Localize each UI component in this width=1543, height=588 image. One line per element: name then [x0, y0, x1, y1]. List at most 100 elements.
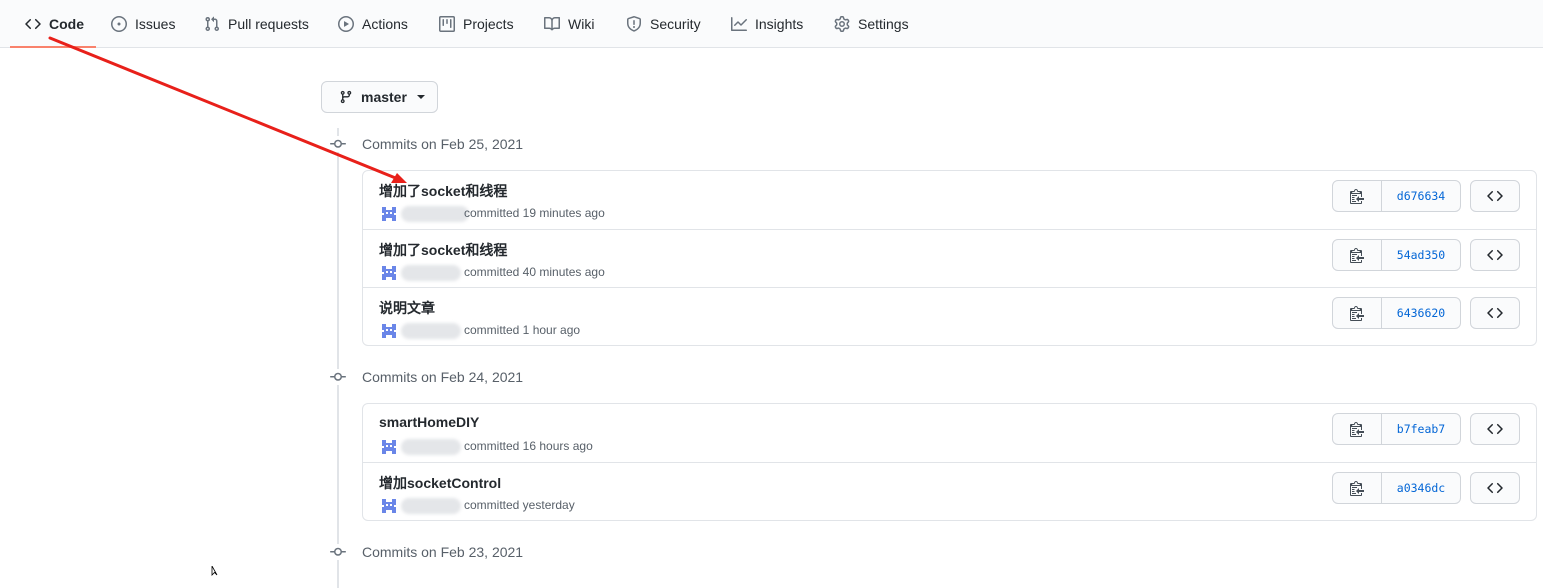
commit-group-date: Commits on Feb 25, 2021 [362, 136, 524, 152]
tab-label: Issues [135, 16, 176, 32]
commit-row: smartHomeDIY committed 16 hours ago b7fe… [363, 404, 1536, 462]
git-branch-icon [340, 90, 352, 104]
commit-list: 增加了socket和线程 committed 19 minutes ago d6… [362, 170, 1537, 346]
selected-tab-underline [10, 46, 96, 48]
project-icon [439, 16, 455, 32]
commit-row: 增加socketControl committed yesterday a034… [363, 462, 1536, 520]
commit-row: 增加了socket和线程 committed 19 minutes ago d6… [363, 171, 1536, 229]
tab-projects[interactable]: Projects [439, 0, 514, 48]
tab-label: Wiki [568, 16, 595, 32]
mouse-cursor-icon [211, 566, 218, 576]
commit-sha-group: 54ad350 [1332, 239, 1461, 271]
tab-label: Security [650, 16, 701, 32]
branch-select-button[interactable]: master [321, 81, 438, 113]
commit-sha-group: d676634 [1332, 180, 1461, 212]
avatar[interactable] [379, 321, 399, 341]
tab-settings[interactable]: Settings [834, 0, 909, 48]
avatar[interactable] [379, 204, 399, 224]
repo-nav: Code Issues Pull requests Actions Projec… [0, 0, 1543, 48]
clipboard-icon [1350, 189, 1364, 204]
commit-sha-group: a0346dc [1332, 472, 1461, 504]
author-name-redacted [401, 265, 461, 281]
commit-meta: committed 16 hours ago [464, 439, 593, 453]
commit-title-link[interactable]: 增加了socket和线程 [379, 181, 507, 201]
tab-actions[interactable]: Actions [338, 0, 408, 48]
tab-wiki[interactable]: Wiki [544, 0, 594, 48]
commit-group-heading: Commits on Feb 24, 2021 [330, 367, 523, 387]
git-commit-icon [330, 136, 346, 152]
copy-sha-button[interactable] [1333, 298, 1382, 328]
tab-insights[interactable]: Insights [731, 0, 803, 48]
git-commit-icon [330, 544, 346, 560]
tab-label: Actions [362, 16, 408, 32]
commit-list: smartHomeDIY committed 16 hours ago b7fe… [362, 403, 1537, 521]
tab-label: Settings [858, 16, 909, 32]
clipboard-icon [1350, 306, 1364, 321]
commit-meta: committed yesterday [464, 498, 575, 512]
commit-meta: committed 19 minutes ago [464, 206, 605, 220]
browse-repo-button[interactable] [1470, 180, 1520, 212]
author-name-redacted [401, 498, 461, 514]
code-icon [1487, 307, 1503, 319]
avatar[interactable] [379, 496, 399, 516]
commit-title-link[interactable]: 说明文章 [379, 298, 435, 318]
tab-label: Insights [755, 16, 804, 32]
commit-title-link[interactable]: smartHomeDIY [379, 414, 479, 430]
commit-sha-link[interactable]: 54ad350 [1382, 240, 1460, 270]
clipboard-icon [1350, 481, 1364, 496]
author-name-redacted [401, 323, 461, 339]
commit-sha-link[interactable]: a0346dc [1382, 473, 1460, 503]
code-icon [1487, 190, 1503, 202]
code-icon [1487, 423, 1503, 435]
author-name-redacted [401, 206, 469, 222]
issue-icon [111, 16, 127, 32]
commit-sha-group: b7feab7 [1332, 413, 1461, 445]
browse-repo-button[interactable] [1470, 239, 1520, 271]
code-icon [25, 18, 41, 30]
timeline-line [337, 128, 339, 588]
avatar[interactable] [379, 263, 399, 283]
commit-meta: committed 40 minutes ago [464, 265, 605, 279]
tab-issues[interactable]: Issues [111, 0, 175, 48]
clipboard-icon [1350, 248, 1364, 263]
commit-title-link[interactable]: 增加了socket和线程 [379, 240, 507, 260]
commit-sha-link[interactable]: 6436620 [1382, 298, 1460, 328]
shield-icon [627, 16, 641, 32]
commit-group-heading: Commits on Feb 23, 2021 [330, 542, 523, 562]
tab-label: Projects [463, 16, 514, 32]
gear-icon [834, 16, 850, 32]
commit-row: 增加了socket和线程 committed 40 minutes ago 54… [363, 229, 1536, 287]
browse-repo-button[interactable] [1470, 472, 1520, 504]
code-icon [1487, 249, 1503, 261]
graph-icon [731, 17, 747, 31]
commit-sha-link[interactable]: b7feab7 [1382, 414, 1460, 444]
commit-row: 说明文章 committed 1 hour ago 6436620 [363, 287, 1536, 345]
commit-group-heading: Commits on Feb 25, 2021 [330, 134, 523, 154]
commit-group-date: Commits on Feb 23, 2021 [362, 544, 524, 560]
browse-repo-button[interactable] [1470, 413, 1520, 445]
commit-sha-group: 6436620 [1332, 297, 1461, 329]
caret-down-icon [416, 95, 425, 99]
browse-repo-button[interactable] [1470, 297, 1520, 329]
commit-title-link[interactable]: 增加socketControl [379, 473, 501, 493]
copy-sha-button[interactable] [1333, 240, 1382, 270]
tab-security[interactable]: Security [626, 0, 701, 48]
tab-pull-requests[interactable]: Pull requests [204, 0, 309, 48]
commit-meta: committed 1 hour ago [464, 323, 581, 337]
copy-sha-button[interactable] [1333, 473, 1382, 503]
pull-request-icon [205, 16, 220, 32]
author-name-redacted [401, 439, 461, 455]
avatar[interactable] [379, 437, 399, 457]
clipboard-icon [1350, 422, 1364, 437]
copy-sha-button[interactable] [1333, 414, 1382, 444]
tab-code[interactable]: Code [25, 0, 84, 48]
commit-sha-link[interactable]: d676634 [1382, 181, 1460, 211]
commit-group-date: Commits on Feb 24, 2021 [362, 369, 524, 385]
git-commit-icon [330, 369, 346, 385]
tab-label: Code [49, 16, 84, 32]
copy-sha-button[interactable] [1333, 181, 1382, 211]
tab-label: Pull requests [228, 16, 309, 32]
play-icon [338, 16, 354, 32]
code-icon [1487, 482, 1503, 494]
book-icon [544, 16, 560, 31]
